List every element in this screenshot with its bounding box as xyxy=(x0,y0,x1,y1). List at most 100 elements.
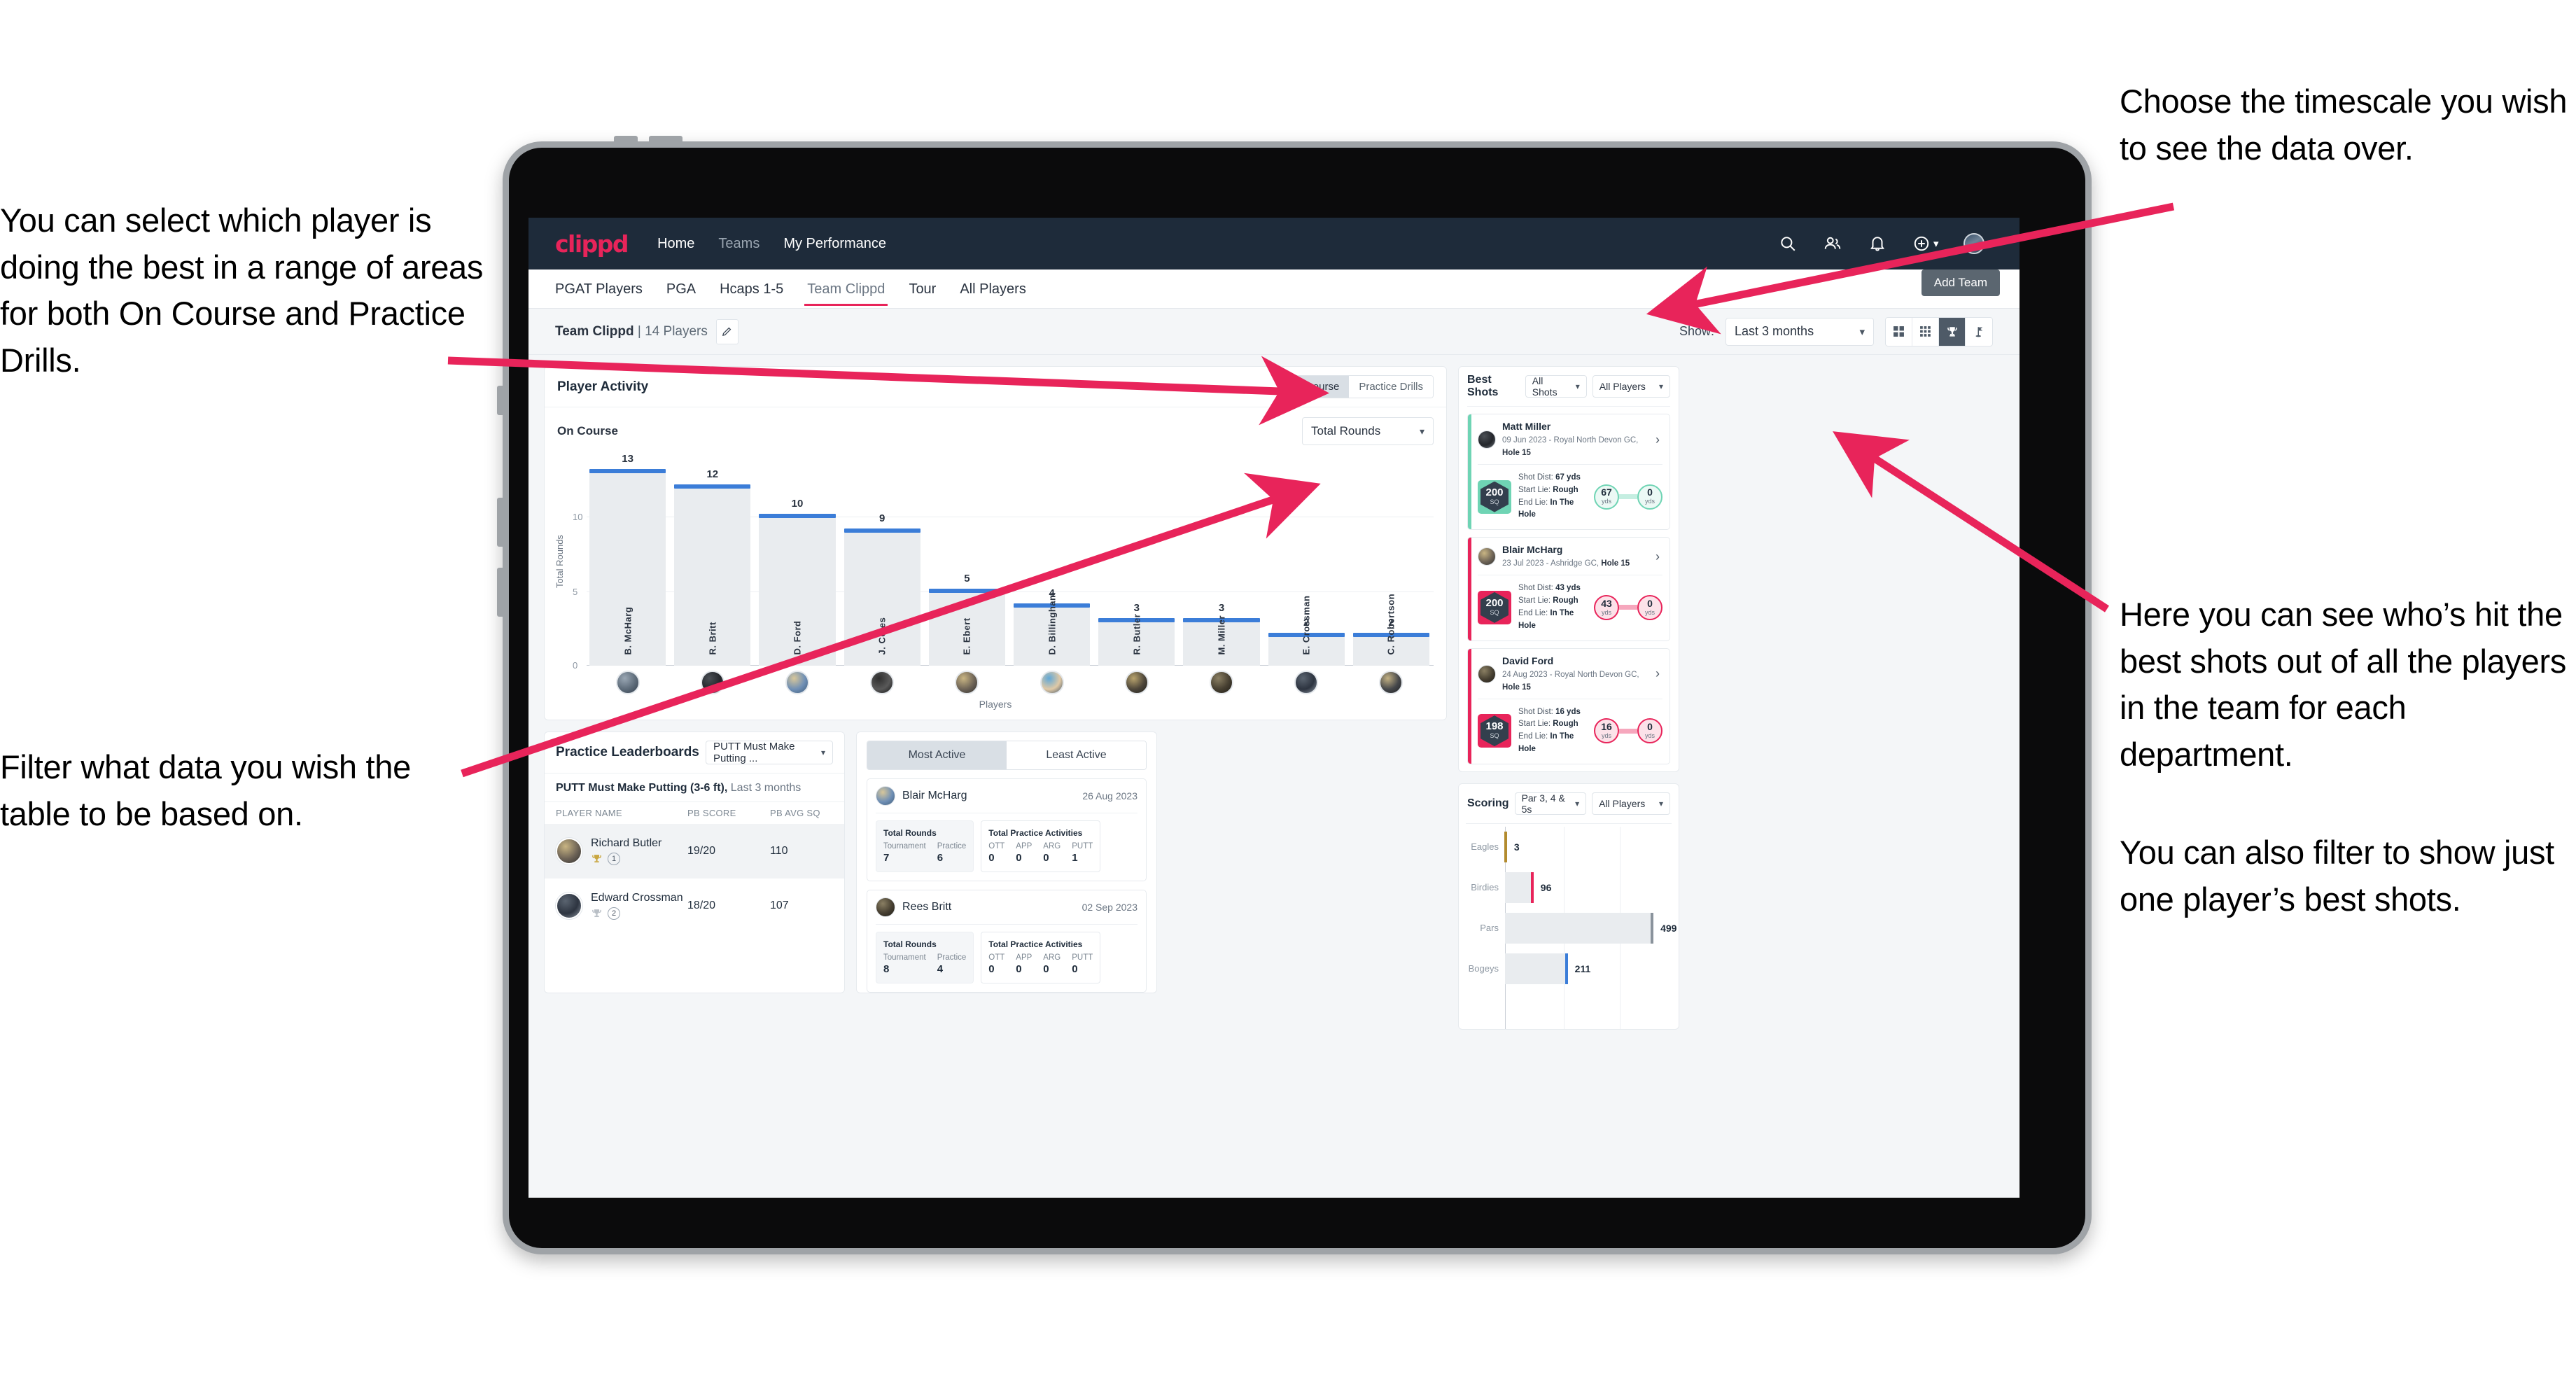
dumbbell-connector xyxy=(1619,494,1637,500)
best-shot-card[interactable]: Matt Miller 09 Jun 2023 - Royal North Dev… xyxy=(1467,414,1670,531)
practice-columns: OTT 0 APP 0 ARG 0 PUTT 0 xyxy=(988,951,1093,976)
player-name: Blair McHarg xyxy=(1502,544,1563,556)
list-item[interactable] xyxy=(1268,671,1345,694)
grid-2x2-icon[interactable] xyxy=(1886,317,1912,346)
grid-3x3-icon[interactable] xyxy=(1912,317,1939,346)
team-label: Team Clippd | 14 Players xyxy=(555,324,708,340)
list-item[interactable] xyxy=(674,671,750,694)
tab-most-active[interactable]: Most Active xyxy=(867,741,1007,769)
list-item[interactable] xyxy=(844,671,920,694)
tab-least-active[interactable]: Least Active xyxy=(1007,741,1146,769)
trophy-icon[interactable] xyxy=(1939,317,1966,346)
rounds-columns: Tournament 7 Practice 6 xyxy=(883,839,966,864)
to-value: 0 xyxy=(1647,486,1653,498)
activity-card-item[interactable]: Rees Britt 02 Sep 2023 Total Rounds Tournam… xyxy=(867,890,1147,993)
list-item[interactable] xyxy=(589,671,666,694)
trophy-icon xyxy=(592,909,601,917)
stat-value: 0 xyxy=(1043,963,1049,975)
list-item[interactable] xyxy=(759,671,835,694)
timescale-select[interactable]: Last 3 months ▾ xyxy=(1726,317,1874,346)
stat-label: APP xyxy=(1016,953,1032,962)
bar-column[interactable]: 3R. Butler xyxy=(1098,456,1175,666)
stat-label: Practice xyxy=(937,842,967,850)
scoring-track: 499 xyxy=(1505,912,1676,944)
total-rounds-title: Total Rounds xyxy=(883,939,937,949)
list-item[interactable] xyxy=(929,671,1005,694)
chart-bars: 13B. McHarg12R. Britt10D. Ford9J. Coles5… xyxy=(589,453,1430,666)
segment-on-course[interactable]: On Course xyxy=(1278,376,1350,398)
shot-type-select[interactable]: All Shots ▾ xyxy=(1525,375,1587,398)
nav-link-home[interactable]: Home xyxy=(657,236,694,252)
avatar xyxy=(700,671,724,694)
search-icon[interactable] xyxy=(1778,234,1798,253)
hexagon-icon: 198 SQ xyxy=(1480,715,1508,747)
tab-pgat-players[interactable]: PGAT Players xyxy=(555,272,643,306)
best-shots-list: Matt Miller 09 Jun 2023 - Royal North Dev… xyxy=(1459,414,1679,764)
plus-circle-icon[interactable]: ▾ xyxy=(1912,234,1938,253)
tab-team-clippd[interactable]: Team Clippd xyxy=(804,272,888,306)
people-icon[interactable] xyxy=(1823,234,1842,253)
scoring-player-select[interactable]: All Players ▾ xyxy=(1592,792,1670,815)
drill-select[interactable]: PUTT Must Make Putting ... ▾ xyxy=(706,741,833,764)
clippd-logo[interactable]: clippd xyxy=(555,230,629,258)
scoring-bar-tip xyxy=(1530,872,1534,903)
bar-column[interactable]: 5E. Ebert xyxy=(928,456,1006,666)
bell-icon[interactable] xyxy=(1868,234,1887,253)
chevron-right-icon[interactable]: › xyxy=(1656,666,1662,681)
bottom-row: Practice Leaderboards PUTT Must Make Put… xyxy=(544,732,1447,993)
best-shot-card[interactable]: Blair McHarg 23 Jul 2023 - Ashridge GC, H… xyxy=(1467,537,1670,641)
bar-column[interactable]: 10D. Ford xyxy=(759,456,836,666)
chevron-right-icon[interactable]: › xyxy=(1656,433,1662,447)
pb-score-cell: 18/20 xyxy=(687,899,716,911)
nav-link-teams[interactable]: Teams xyxy=(718,236,760,252)
bar-column[interactable]: 9J. Coles xyxy=(844,456,920,666)
list-item[interactable] xyxy=(1353,671,1429,694)
bar-value-label: 9 xyxy=(879,512,886,524)
table-row[interactable]: Edward Crossman 2 18/20 107 xyxy=(545,878,844,933)
nav-link-my-performance[interactable]: My Performance xyxy=(783,236,886,252)
bar-column[interactable]: 2 E. Crossman xyxy=(1268,456,1345,666)
pencil-icon xyxy=(722,327,732,337)
rank-badge: 1 xyxy=(608,853,620,865)
player-name: Blair McHarg xyxy=(902,790,967,802)
tab-pga[interactable]: PGA xyxy=(666,272,696,306)
chevron-down-icon: ▾ xyxy=(1575,798,1580,808)
tab-hcaps-1-5[interactable]: Hcaps 1-5 xyxy=(720,272,783,306)
avatar[interactable]: ▾ xyxy=(1963,233,1993,254)
bar-column[interactable]: 3M. Miller xyxy=(1183,456,1260,666)
scoring-row: Bogeys 211 xyxy=(1466,948,1672,989)
start-lie: Rough xyxy=(1553,485,1578,494)
list-item[interactable] xyxy=(1014,671,1090,694)
stat-column: Practice 4 xyxy=(937,951,967,976)
stat-value: 0 xyxy=(1072,963,1078,975)
bar-column[interactable]: 2 C. Robertson xyxy=(1352,456,1430,666)
tab-all-players[interactable]: All Players xyxy=(960,272,1026,306)
best-shot-card[interactable]: David Ford 24 Aug 2023 - Royal North Devo… xyxy=(1467,648,1670,764)
list-item[interactable] xyxy=(1183,671,1259,694)
scoring-track: 3 xyxy=(1504,831,1672,862)
metric-select[interactable]: Total Rounds ▾ xyxy=(1302,417,1434,445)
badge-unit: SQ xyxy=(1490,732,1499,740)
rounds-columns: Tournament 8 Practice 4 xyxy=(883,951,966,976)
toolbar-right-group: Show: Last 3 months ▾ xyxy=(1679,316,1993,346)
bar-cap xyxy=(589,469,666,473)
golf-flag-icon[interactable] xyxy=(1966,318,1992,346)
edit-team-button[interactable] xyxy=(715,318,738,344)
segment-practice-drills[interactable]: Practice Drills xyxy=(1349,376,1433,398)
player-name: Rees Britt xyxy=(902,901,952,913)
table-row[interactable]: Richard Butler 1 19/20 110 xyxy=(545,824,844,878)
chevron-right-icon[interactable]: › xyxy=(1656,550,1662,564)
stat-label: Tournament xyxy=(883,842,926,850)
list-item[interactable] xyxy=(1098,671,1175,694)
bar-column[interactable]: 4D. Billingham xyxy=(1014,456,1091,666)
from-value: 16 xyxy=(1601,720,1612,732)
tab-tour[interactable]: Tour xyxy=(909,272,936,306)
team-separator: | xyxy=(637,323,641,339)
activity-card-item[interactable]: Blair McHarg 26 Aug 2023 Total Rounds Tourn… xyxy=(867,778,1147,881)
bar-column[interactable]: 13B. McHarg xyxy=(589,453,666,666)
chevron-down-icon: ▾ xyxy=(1575,382,1580,391)
scoring-category-label: Eagles xyxy=(1471,841,1499,853)
best-shots-player-select[interactable]: All Players ▾ xyxy=(1592,375,1670,398)
bar-column[interactable]: 12R. Britt xyxy=(674,456,751,666)
par-filter-select[interactable]: Par 3, 4 & 5s ▾ xyxy=(1514,792,1587,815)
